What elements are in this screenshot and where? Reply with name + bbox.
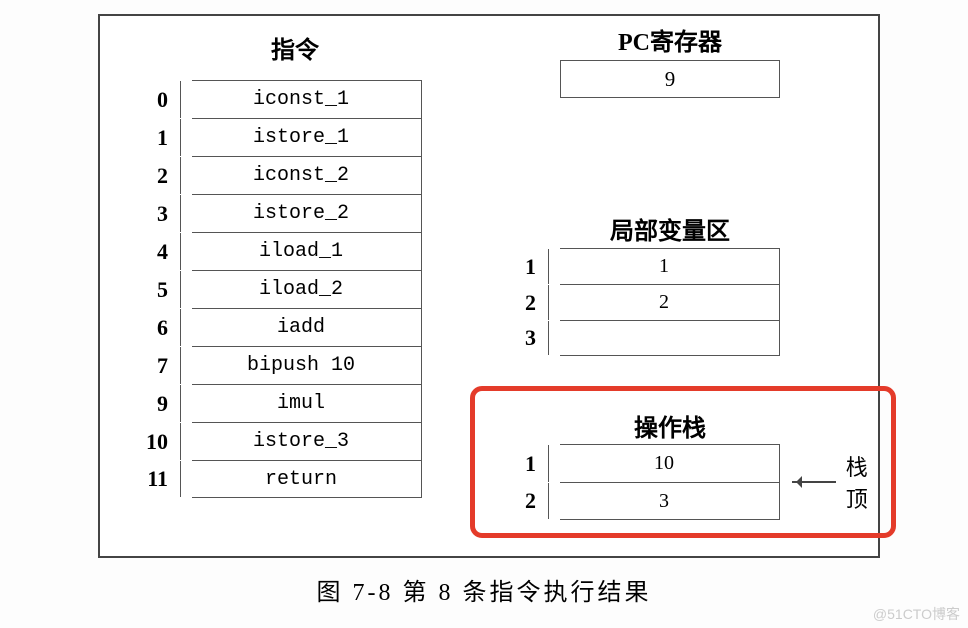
localvar-row: 3	[560, 320, 780, 356]
localvar-slot: 3	[508, 325, 548, 351]
opstack-header: 操作栈	[570, 408, 770, 443]
instruction-row: 1istore_1	[192, 118, 422, 156]
localvar-row: 11	[560, 248, 780, 284]
instruction-op: iconst_2	[180, 157, 422, 194]
instruction-row: 7bipush 10	[192, 346, 422, 384]
instruction-addr: 6	[130, 315, 180, 341]
localvar-val: 2	[548, 285, 780, 320]
instruction-op: istore_2	[180, 195, 422, 232]
instruction-op: istore_1	[180, 119, 422, 156]
instruction-row: 6iadd	[192, 308, 422, 346]
instruction-row: 11return	[192, 460, 422, 498]
opstack-row: 110	[560, 444, 780, 482]
opstack-slot: 1	[508, 451, 548, 477]
instruction-addr: 9	[130, 391, 180, 417]
instruction-row: 3istore_2	[192, 194, 422, 232]
instruction-addr: 11	[130, 466, 180, 492]
localvar-val	[548, 321, 780, 355]
instruction-op: imul	[180, 385, 422, 422]
arrow-left-icon	[792, 481, 836, 483]
opstack-table: 110 23	[560, 444, 780, 520]
localvars-table: 11 22 3	[560, 248, 780, 356]
instruction-addr: 10	[130, 429, 180, 455]
opstack-row: 23	[560, 482, 780, 520]
instruction-op: iconst_1	[180, 81, 422, 118]
instruction-op: return	[180, 461, 422, 497]
instruction-row: 5iload_2	[192, 270, 422, 308]
opstack-val: 10	[548, 445, 780, 482]
instruction-addr: 2	[130, 163, 180, 189]
instruction-row: 2iconst_2	[192, 156, 422, 194]
pc-header: PC寄存器	[570, 22, 770, 57]
instruction-table: 0iconst_1 1istore_1 2iconst_2 3istore_2 …	[192, 80, 422, 498]
figure-caption: 图 7-8 第 8 条指令执行结果	[0, 572, 968, 607]
stack-top-arrow: 栈顶	[792, 450, 880, 514]
localvar-row: 22	[560, 284, 780, 320]
instruction-row: 9imul	[192, 384, 422, 422]
instruction-addr: 1	[130, 125, 180, 151]
instruction-op: iload_2	[180, 271, 422, 308]
instruction-row: 4iload_1	[192, 232, 422, 270]
instruction-addr: 5	[130, 277, 180, 303]
watermark: @51CTO博客	[873, 604, 960, 624]
instruction-addr: 4	[130, 239, 180, 265]
instruction-addr: 3	[130, 201, 180, 227]
localvar-slot: 1	[508, 254, 548, 280]
stack-top-label: 栈顶	[846, 450, 880, 514]
localvar-val: 1	[548, 249, 780, 284]
instruction-op: istore_3	[180, 423, 422, 460]
localvar-slot: 2	[508, 290, 548, 316]
instruction-addr: 7	[130, 353, 180, 379]
instruction-row: 0iconst_1	[192, 80, 422, 118]
instruction-op: iload_1	[180, 233, 422, 270]
diagram-frame: 指令 PC寄存器 局部变量区 操作栈 0iconst_1 1istore_1 2…	[98, 14, 880, 558]
instruction-row: 10istore_3	[192, 422, 422, 460]
instruction-addr: 0	[130, 87, 180, 113]
opstack-val: 3	[548, 483, 780, 519]
instructions-header: 指令	[235, 30, 355, 65]
instruction-op: bipush 10	[180, 347, 422, 384]
pc-value: 9	[560, 60, 780, 98]
localvars-header: 局部变量区	[570, 211, 770, 246]
instruction-op: iadd	[180, 309, 422, 346]
opstack-slot: 2	[508, 488, 548, 514]
